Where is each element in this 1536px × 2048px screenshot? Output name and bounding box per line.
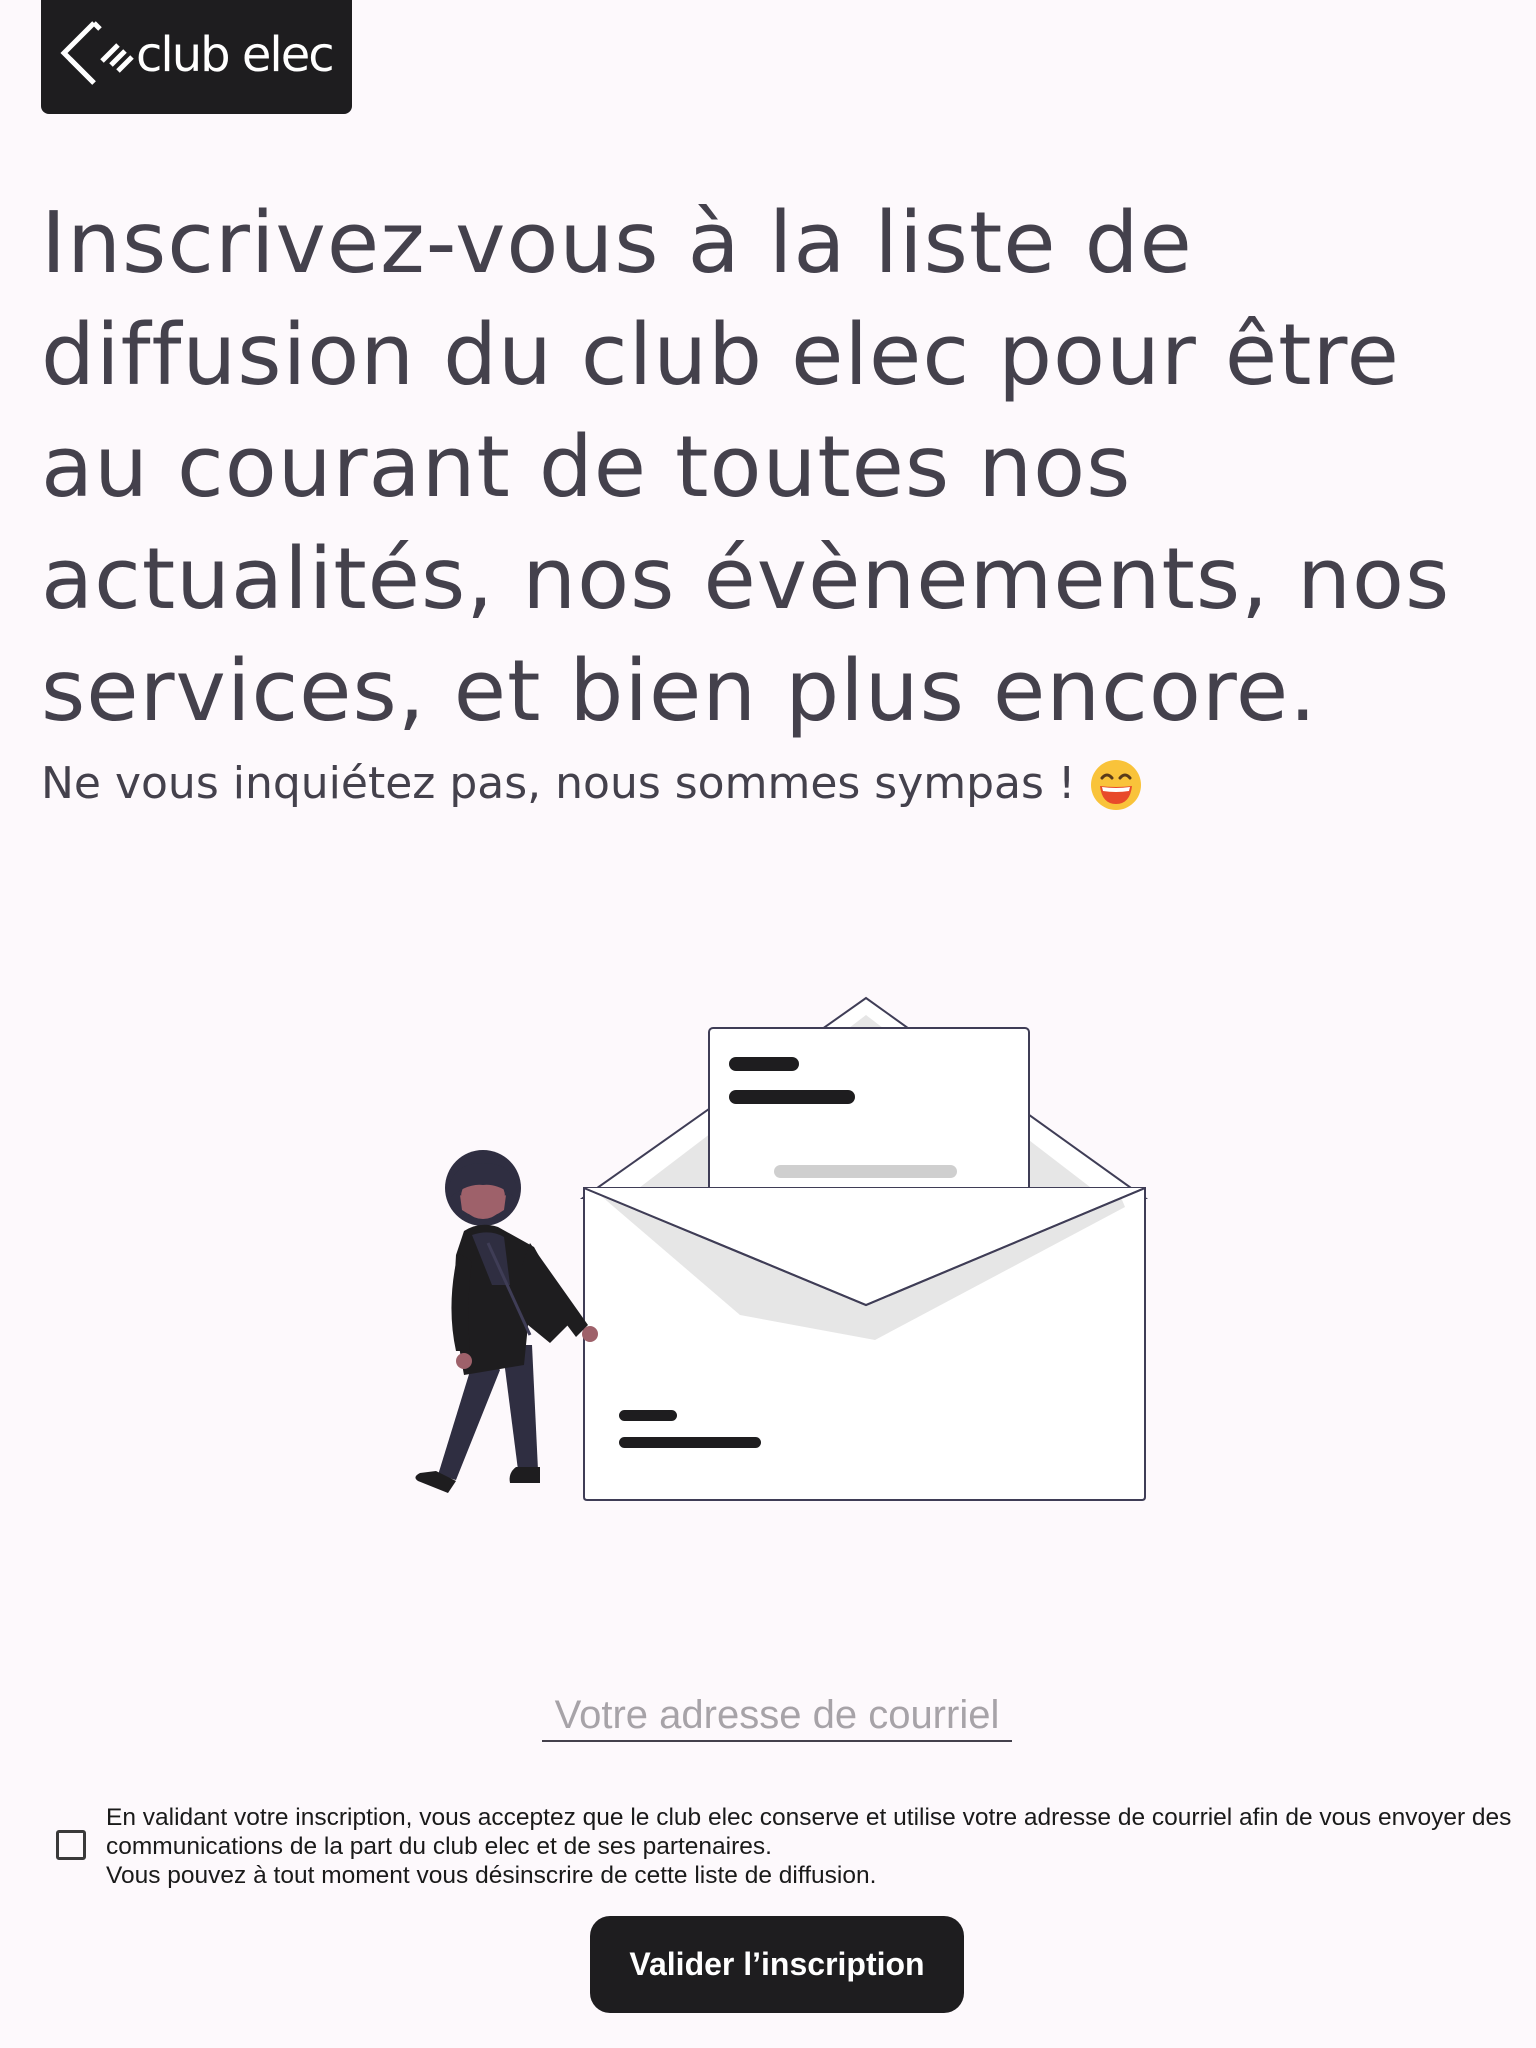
newsletter-illustration [415, 996, 1149, 1501]
club-elec-logo-icon [60, 21, 134, 85]
envelope-line [619, 1410, 677, 1421]
letter-line [774, 1165, 957, 1178]
subtitle-text: Ne vous inquiétez pas, nous sommes sympa… [41, 758, 1076, 809]
email-field[interactable] [542, 1690, 1012, 1742]
consent-text: En validant votre inscription, vous acce… [106, 1803, 1526, 1890]
logo-text: club elec [136, 27, 335, 83]
consent-line-1: En validant votre inscription, vous acce… [106, 1804, 1512, 1860]
submit-button[interactable]: Valider l’inscription [590, 1916, 964, 2013]
club-elec-logo[interactable]: club elec [41, 0, 352, 114]
consent-checkbox[interactable] [56, 1830, 86, 1860]
letter-line [729, 1090, 855, 1104]
person-figure [415, 1150, 598, 1493]
consent-line-2: Vous pouvez à tout moment vous désinscri… [106, 1862, 877, 1889]
letter-line [729, 1057, 799, 1071]
subtitle: Ne vous inquiétez pas, nous sommes sympa… [41, 756, 1144, 812]
envelope-line [619, 1437, 761, 1448]
page-title: Inscrivez-vous à la liste de diffusion d… [41, 194, 1451, 741]
smiling-face-icon [1090, 760, 1141, 810]
